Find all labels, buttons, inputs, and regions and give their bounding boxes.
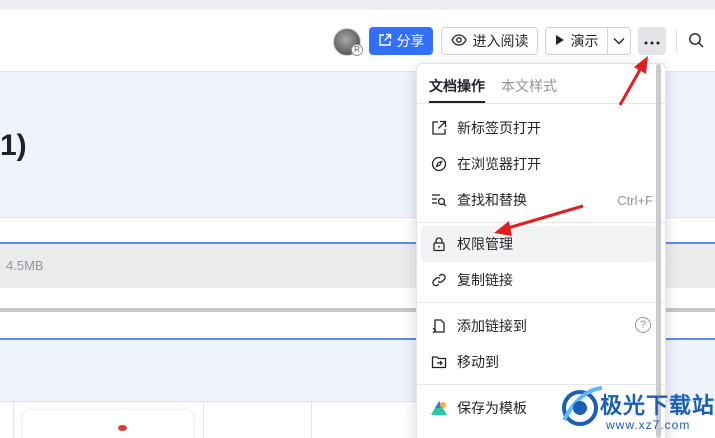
menu-divider xyxy=(417,222,665,223)
window-top-strip xyxy=(0,0,715,10)
menu-item-label: 新标签页打开 xyxy=(457,120,541,136)
menu-item-add-link-to[interactable]: 添加链接到 ? xyxy=(421,308,657,344)
menu-item-label: 保存为模板 xyxy=(457,400,527,416)
menu-tabs: 文档操作 本文样式 xyxy=(417,64,665,104)
share-button-label: 分享 xyxy=(396,33,425,49)
menu-item-label: 在浏览器打开 xyxy=(457,156,541,172)
menu-item-move-to[interactable]: 移动到 xyxy=(421,344,657,380)
link-icon xyxy=(429,270,449,290)
search-button[interactable] xyxy=(684,30,708,54)
more-options-button[interactable] xyxy=(638,27,666,55)
menu-item-label: 移动到 xyxy=(457,354,499,370)
find-replace-icon xyxy=(429,190,449,210)
menu-item-label: 添加链接到 xyxy=(457,318,527,334)
chevron-down-icon xyxy=(613,32,625,50)
table-divider xyxy=(203,402,204,438)
tab-document-style[interactable]: 本文样式 xyxy=(501,76,557,96)
table-divider xyxy=(311,402,312,438)
lock-icon xyxy=(429,234,449,254)
add-link-icon xyxy=(429,316,449,336)
menu-item-label: 权限管理 xyxy=(457,236,513,252)
menu-item-label: 复制链接 xyxy=(457,272,513,288)
compass-icon xyxy=(429,154,449,174)
watermark-name: 极光下载站 xyxy=(600,393,715,418)
card-thumbnail xyxy=(118,425,127,431)
menu-divider xyxy=(417,302,665,303)
open-new-tab-icon xyxy=(429,118,449,138)
present-label: 演示 xyxy=(570,33,599,49)
more-dots-icon xyxy=(644,32,660,50)
document-title: 1) xyxy=(0,129,27,162)
toolbar-divider xyxy=(676,30,677,52)
eye-icon xyxy=(450,33,467,50)
avatar-badge: R xyxy=(351,44,363,56)
attachment-size: 4.5MB xyxy=(6,258,44,273)
tab-document-actions[interactable]: 文档操作 xyxy=(429,76,485,96)
reading-mode-button[interactable]: 进入阅读 xyxy=(441,27,538,55)
present-button[interactable]: 演示 xyxy=(546,28,608,54)
present-button-group: 演示 xyxy=(545,27,631,55)
share-button[interactable]: 分享 xyxy=(369,27,433,55)
menu-item-permissions[interactable]: 权限管理 xyxy=(421,226,657,262)
watermark-url: www.xz7.com xyxy=(606,418,691,432)
menu-item-open-new-tab[interactable]: 新标签页打开 xyxy=(421,110,657,146)
help-icon[interactable]: ? xyxy=(635,317,651,333)
present-options-dropdown[interactable] xyxy=(608,28,630,54)
find-replace-shortcut: Ctrl+F xyxy=(617,192,653,208)
menu-item-label: 查找和替换 xyxy=(457,192,527,208)
menu-item-copy-link[interactable]: 复制链接 xyxy=(421,262,657,298)
site-watermark: 极光下载站 www.xz7.com xyxy=(556,380,715,438)
folder-move-icon xyxy=(429,352,449,372)
table-divider xyxy=(13,402,14,438)
share-icon xyxy=(378,33,392,50)
menu-item-find-replace[interactable]: 查找和替换 Ctrl+F xyxy=(421,182,657,218)
search-icon xyxy=(688,32,704,53)
reading-mode-label: 进入阅读 xyxy=(472,33,529,49)
template-icon xyxy=(429,398,449,418)
play-icon xyxy=(555,33,565,49)
menu-item-open-in-browser[interactable]: 在浏览器打开 xyxy=(421,146,657,182)
content-card[interactable] xyxy=(23,410,193,438)
active-tab-indicator xyxy=(429,101,485,103)
